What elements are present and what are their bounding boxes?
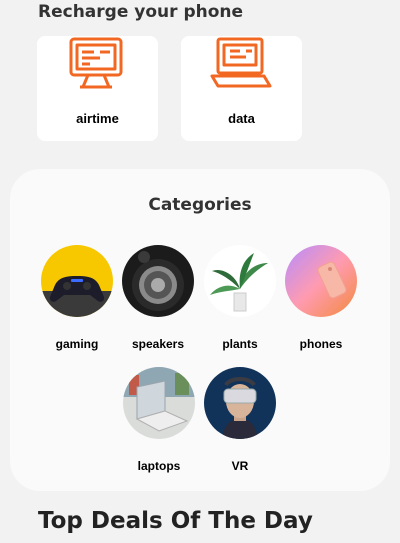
category-plants[interactable]: plants (195, 245, 285, 351)
category-laptops[interactable]: laptops (114, 367, 204, 473)
category-label: plants (222, 337, 258, 351)
airtime-card[interactable]: airtime (37, 36, 158, 141)
computer-screen-icon (66, 36, 128, 94)
potted-plant-image (204, 245, 276, 317)
category-vr[interactable]: VR (195, 367, 285, 473)
speaker-image (122, 245, 194, 317)
smartphone-image (285, 245, 357, 317)
game-controller-image (41, 245, 113, 317)
category-speakers[interactable]: speakers (113, 245, 203, 351)
category-label: gaming (55, 337, 99, 351)
category-label: speakers (131, 337, 185, 351)
top-deals-title: Top Deals Of The Day (38, 508, 313, 534)
category-label: laptops (137, 459, 181, 473)
category-label: phones (299, 337, 343, 351)
category-gaming[interactable]: gaming (32, 245, 122, 351)
category-label: VR (231, 459, 249, 473)
laptop-icon (210, 36, 272, 94)
airtime-label: airtime (76, 111, 119, 126)
category-phones[interactable]: phones (276, 245, 366, 351)
laptop-image (123, 367, 195, 439)
recharge-section-title: Recharge your phone (38, 2, 244, 22)
categories-title: Categories (148, 195, 252, 215)
categories-panel: Categories gaming speakers plants phones… (10, 169, 390, 491)
vr-headset-image (204, 367, 276, 439)
data-card[interactable]: data (181, 36, 302, 141)
data-label: data (228, 111, 255, 126)
